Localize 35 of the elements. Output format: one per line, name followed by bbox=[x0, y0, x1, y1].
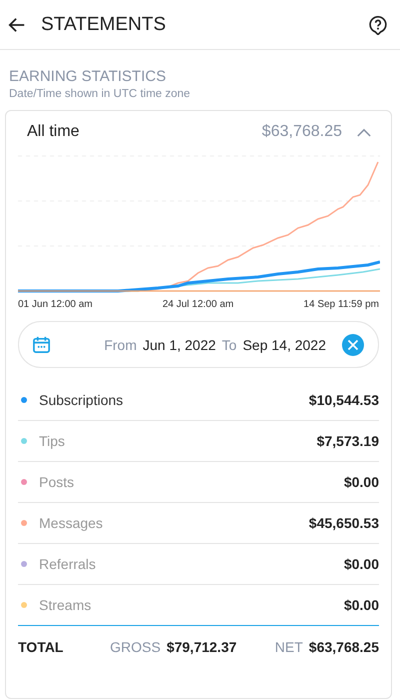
category-label[interactable]: Streams bbox=[39, 597, 344, 613]
category-label[interactable]: Tips bbox=[39, 433, 317, 449]
category-amount: $7,573.19 bbox=[316, 433, 379, 449]
category-label[interactable]: Messages bbox=[39, 515, 309, 531]
net-label: NET bbox=[274, 639, 303, 655]
category-amount: $0.00 bbox=[344, 597, 379, 613]
from-date: Jun 1, 2022 bbox=[142, 336, 216, 352]
total-label: TOTAL bbox=[18, 639, 64, 655]
category-amount: $10,544.53 bbox=[308, 392, 379, 408]
from-label: From bbox=[104, 336, 137, 352]
gross-amount: $79,712.37 bbox=[166, 639, 237, 655]
category-amount: $45,650.53 bbox=[308, 515, 379, 531]
category-label[interactable]: Referrals bbox=[39, 556, 344, 572]
category-label[interactable]: Subscriptions bbox=[39, 392, 309, 408]
category-amount: $0.00 bbox=[344, 474, 379, 490]
gross-label: GROSS bbox=[110, 639, 161, 655]
category-amount: $0.00 bbox=[344, 556, 379, 572]
category-label[interactable]: Posts bbox=[39, 474, 344, 490]
axis-label: 01 Jun 12:00 am bbox=[18, 299, 92, 310]
period-label: All time bbox=[27, 123, 80, 141]
section-subtitle: Date/Time shown in UTC time zone bbox=[9, 88, 192, 100]
chevron-icon[interactable] bbox=[357, 128, 371, 136]
section-title: EARNING STATISTICS bbox=[9, 68, 167, 85]
axis-label: 14 Sep 11:59 pm bbox=[304, 299, 379, 310]
net-amount: $63,768.25 bbox=[308, 639, 379, 655]
axis-label: 24 Jul 12:00 am bbox=[162, 299, 234, 310]
total-amount: $63,768.25 bbox=[262, 123, 342, 141]
help-icon[interactable] bbox=[368, 14, 388, 34]
page-title: STATEMENTS bbox=[41, 14, 167, 36]
to-date: Sep 14, 2022 bbox=[242, 336, 326, 352]
date-range-field[interactable]: From Jun 1, 2022 To Sep 14, 2022 bbox=[18, 321, 379, 368]
calendar-icon bbox=[32, 335, 51, 354]
to-label: To bbox=[222, 336, 237, 352]
clear-icon[interactable] bbox=[342, 334, 364, 356]
back-arrow-icon[interactable] bbox=[8, 16, 26, 34]
